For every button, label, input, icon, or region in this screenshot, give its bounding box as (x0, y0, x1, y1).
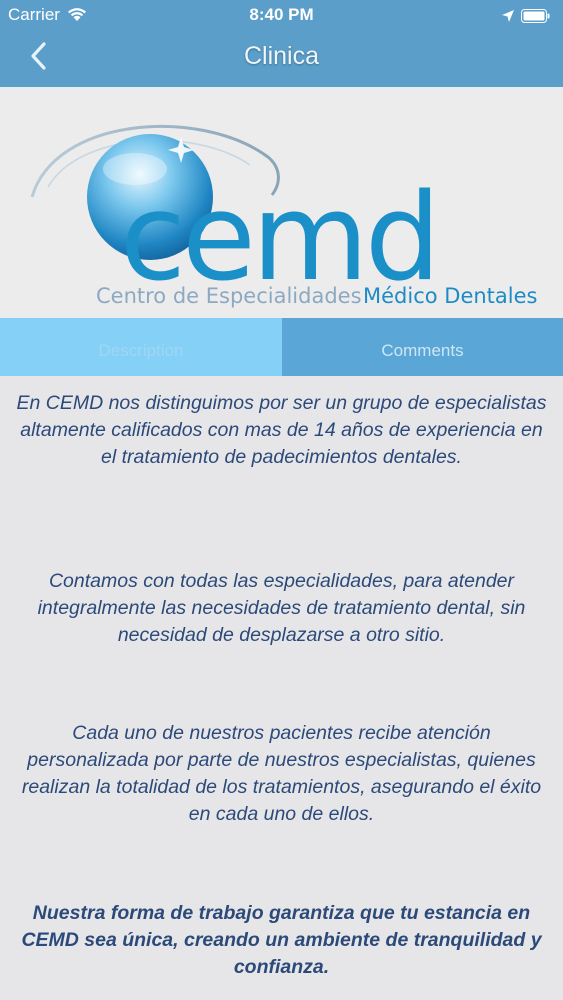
clinic-logo-banner: cemd Centro de Especialidades Médico Den… (0, 87, 563, 318)
description-paragraph-emphasis: Nuestra forma de trabajo garantiza que t… (21, 902, 542, 978)
description-paragraph: Contamos con todas las especialidades, p… (37, 570, 526, 646)
battery-icon (521, 8, 551, 23)
tab-description[interactable]: Description (0, 318, 282, 376)
description-content: En CEMD nos distinguimos por ser un grup… (0, 376, 563, 1000)
cemd-logo: cemd Centro de Especialidades Médico Den… (30, 124, 537, 308)
navigation-header: Carrier 8:40 PM Clinica (0, 0, 563, 87)
status-time: 8:40 PM (249, 5, 314, 24)
location-icon (501, 8, 515, 28)
page-title: Clinica (243, 42, 320, 70)
description-paragraph: Cada uno de nuestros pacientes recibe at… (21, 722, 542, 825)
segmented-tabs: Description Comments (0, 318, 563, 376)
tab-comments[interactable]: Comments (282, 318, 563, 376)
status-bar: Carrier 8:40 PM (0, 0, 563, 30)
description-paragraph: En CEMD nos distinguimos por ser un grup… (16, 392, 547, 468)
logo-tagline-part1: Centro de Especialidades (96, 284, 362, 308)
logo-tagline-part2: Médico Dentales (363, 284, 537, 308)
